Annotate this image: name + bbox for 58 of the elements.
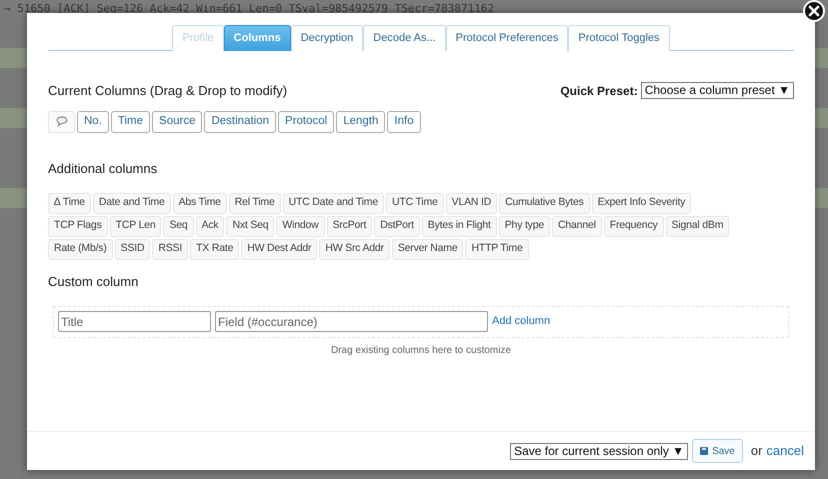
- column-chip[interactable]: Channel: [552, 216, 602, 236]
- column-chip[interactable]: ∆ Time: [48, 192, 91, 214]
- column-chip[interactable]: Source: [152, 110, 202, 132]
- speech-bubble-icon: [56, 116, 68, 127]
- add-column-link[interactable]: Add column: [492, 313, 550, 330]
- tab[interactable]: Decode As...: [363, 25, 446, 51]
- column-chip[interactable]: TCP Len: [110, 216, 162, 236]
- column-chip[interactable]: HW Src Addr: [319, 238, 390, 260]
- column-chip[interactable]: Signal dBm: [666, 216, 730, 236]
- save-scope-dropdown[interactable]: Save for current session only ▼: [510, 442, 688, 460]
- column-chip[interactable]: DstPort: [374, 216, 420, 236]
- column-chip[interactable]: HTTP Time: [465, 238, 529, 260]
- tab[interactable]: Protocol Toggles: [568, 25, 670, 51]
- column-chip[interactable]: SrcPort: [326, 216, 372, 236]
- column-chip[interactable]: Abs Time: [172, 192, 227, 214]
- column-chip[interactable]: UTC Date and Time: [282, 192, 384, 214]
- column-chip[interactable]: Length: [336, 110, 386, 132]
- column-chip[interactable]: Info: [387, 110, 421, 132]
- section-heading: Additional columns: [48, 160, 158, 176]
- column-chip[interactable]: Nxt Seq: [226, 216, 274, 236]
- column-chip[interactable]: Ack: [196, 216, 224, 236]
- or-text: or: [750, 442, 762, 460]
- column-chip[interactable]: No.: [77, 110, 109, 132]
- column-chip[interactable]: SSID: [114, 238, 150, 260]
- column-chip[interactable]: Destination: [204, 110, 276, 132]
- column-chip[interactable]: TCP Flags: [48, 216, 108, 236]
- column-chip[interactable]: Rel Time: [228, 192, 281, 214]
- column-chip[interactable]: Phy type: [498, 216, 550, 236]
- tab[interactable]: Protocol Preferences: [446, 25, 568, 51]
- tab[interactable]: Decryption: [290, 25, 364, 51]
- column-chip[interactable]: Cumulative Bytes: [499, 192, 590, 214]
- column-chip[interactable]: Protocol: [278, 110, 334, 132]
- column-chip[interactable]: Seq: [163, 216, 194, 236]
- comment-column-chip[interactable]: [48, 110, 75, 132]
- column-chip[interactable]: RSSI: [152, 238, 188, 260]
- drop-hint: Drag existing columns here to customize: [330, 344, 512, 358]
- close-icon[interactable]: [803, 0, 825, 22]
- quick-preset-label: Quick Preset:: [560, 82, 638, 100]
- section-heading: Custom column: [48, 274, 138, 288]
- save-button[interactable]: Save: [692, 439, 743, 463]
- cancel-link[interactable]: cancel: [766, 441, 804, 461]
- section-heading: Current Columns (Drag & Drop to modify): [48, 82, 288, 100]
- field-input[interactable]: Field (#occurance): [215, 311, 488, 332]
- column-chip[interactable]: Bytes in Flight: [422, 216, 497, 236]
- column-chip[interactable]: Expert Info Severity: [592, 192, 692, 214]
- column-chip[interactable]: Rate (Mb/s): [48, 238, 113, 260]
- preset-dropdown[interactable]: Choose a column preset ▼: [640, 82, 794, 100]
- column-chip[interactable]: TX Rate: [190, 238, 240, 260]
- column-chip[interactable]: HW Dest Addr: [241, 238, 318, 260]
- column-chip[interactable]: Server Name: [392, 238, 464, 260]
- column-chip[interactable]: Date and Time: [92, 192, 171, 214]
- column-chip[interactable]: Time: [110, 110, 150, 132]
- column-chip[interactable]: VLAN ID: [446, 192, 498, 214]
- column-chip[interactable]: Window: [276, 216, 325, 236]
- title-field[interactable]: Title: [58, 311, 211, 332]
- packet-line: → 51650 [ACK] Seq=126 Ack=42 Win=661 Len=0 TSval=985492579 TSecr=783871162: [4, 3, 494, 15]
- column-chip[interactable]: Frequency: [604, 216, 664, 236]
- column-chip[interactable]: UTC Time: [386, 192, 444, 214]
